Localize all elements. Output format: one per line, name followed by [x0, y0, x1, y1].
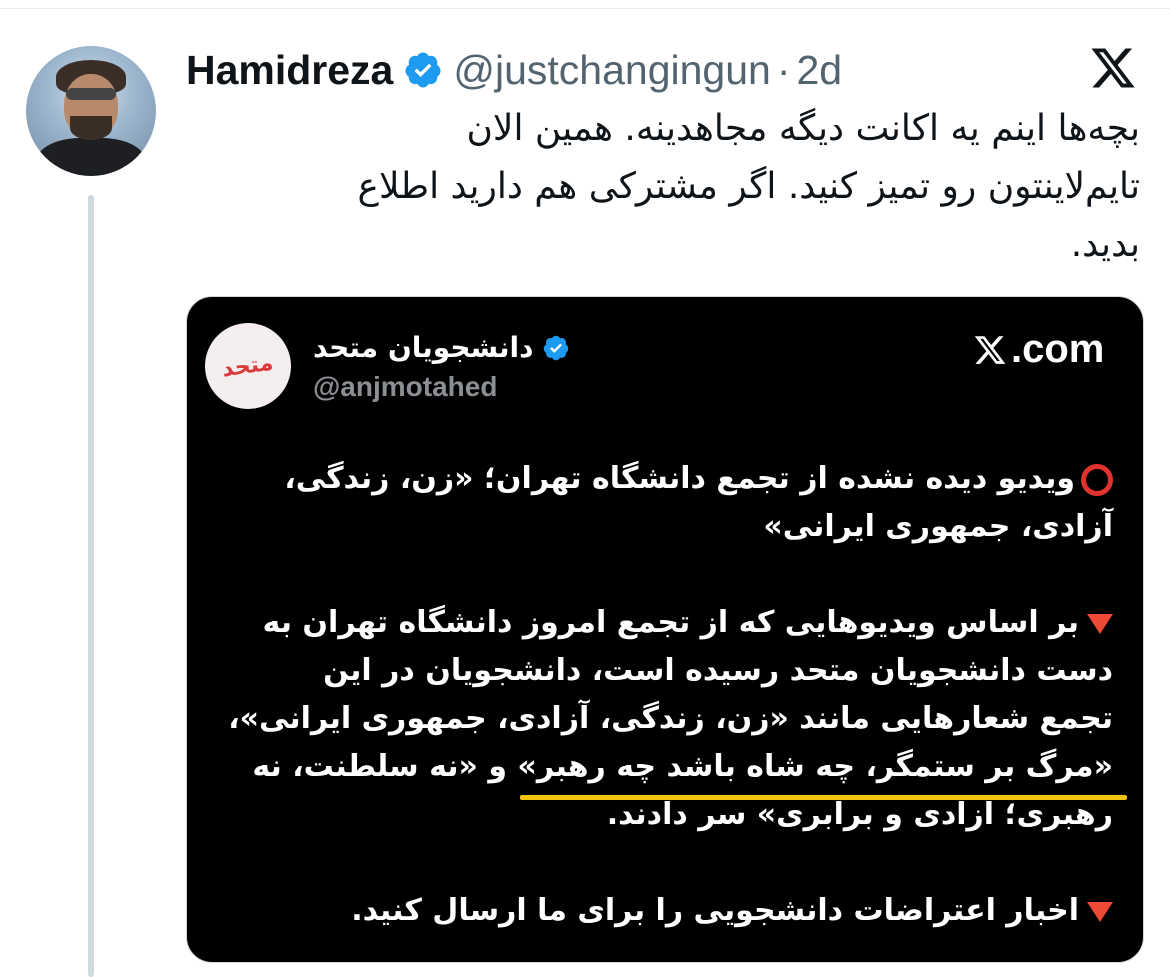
- logo-text: متحد: [220, 350, 276, 382]
- red-circle-icon: [1081, 463, 1113, 496]
- x-logo-icon[interactable]: [1086, 44, 1140, 92]
- top-divider: [0, 0, 1170, 9]
- card-text-line: دست دانشجویان متحد رسیده است، دانشجویان …: [323, 653, 1113, 688]
- card-account-handle: @anjmotahed: [313, 371, 498, 402]
- card-domain-text: .com: [1011, 327, 1105, 371]
- card-account-row: دانشجویان متحد: [313, 331, 570, 364]
- red-triangle-icon: [1087, 613, 1113, 634]
- card-text-line: آزادی، جمهوری ایرانی»: [763, 509, 1113, 544]
- thread-line: [88, 195, 94, 977]
- display-name[interactable]: Hamidreza: [186, 47, 393, 94]
- red-triangle-icon: [1087, 901, 1113, 922]
- card-text-line: بر اساس ویدیوهایی که از تجمع امروز دانشگ…: [262, 605, 1079, 640]
- card-text-line: تجمع شعارهایی مانند «زن، زندگی، آزادی، ج…: [228, 701, 1113, 736]
- tweet-header: Hamidreza @justchangingun · 2d: [186, 42, 842, 98]
- card-account-name: دانشجویان متحد: [313, 331, 534, 364]
- tweet-page: Hamidreza @justchangingun · 2d بچه‌ها ای…: [0, 0, 1170, 977]
- account-logo: متحد: [205, 323, 291, 409]
- tweet-text: بچه‌ها اینم یه اکانت دیگه مجاهدینه. همین…: [240, 100, 1140, 274]
- card-domain: .com: [971, 327, 1104, 372]
- avatar[interactable]: [26, 46, 156, 176]
- tweet-text-line: بدید.: [1070, 224, 1140, 265]
- timestamp[interactable]: 2d: [796, 47, 842, 94]
- tweet-text-line: بچه‌ها اینم یه اکانت دیگه مجاهدینه. همین…: [466, 108, 1140, 149]
- card-text-line: اخبار اعتراضات دانشجویی را برای ما ارسال…: [351, 893, 1079, 928]
- card-x-logo-icon: [974, 335, 1006, 364]
- card-text-line: «مرگ بر ستمگر، چه شاه باشد چه رهبر» و «ن…: [252, 749, 1113, 784]
- tweet-text-line: تایم‌لاینتون رو تمیز کنید. اگر مشترکی هم…: [357, 166, 1140, 207]
- card-text-line: ویدیو دیده نشده از تجمع دانشگاه تهران؛ «…: [284, 461, 1075, 496]
- card-verified-badge-icon: [543, 335, 568, 360]
- embedded-screenshot-image[interactable]: متحد دانشجویان متحد @anjmotahed .com وید…: [186, 296, 1144, 963]
- yellow-highlight-underline: [520, 795, 1127, 800]
- separator-dot: ·: [776, 46, 791, 93]
- verified-badge-icon: [405, 52, 441, 88]
- handle[interactable]: @justchangingun: [453, 47, 770, 94]
- card-body: ویدیو دیده نشده از تجمع دانشگاه تهران؛ «…: [217, 455, 1113, 935]
